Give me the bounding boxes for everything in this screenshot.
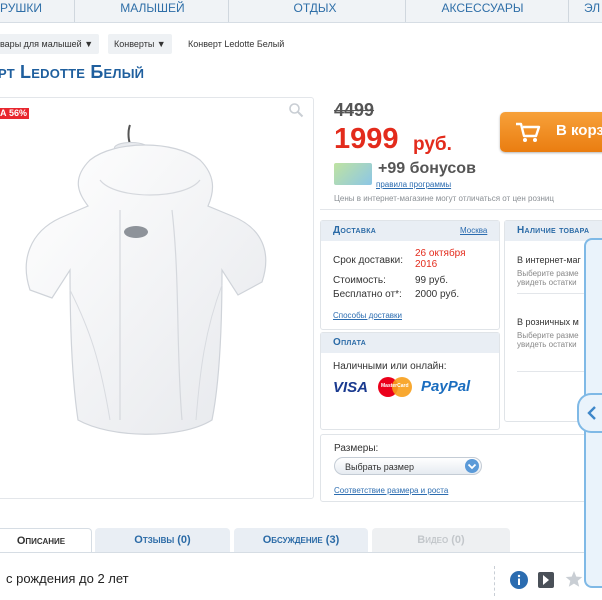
- availability-online-note: увидеть остатки: [517, 278, 577, 287]
- delivery-panel: Доставка Москва Срок доставки: 26 октябр…: [320, 220, 500, 330]
- nav-item-babies[interactable]: малышей: [100, 0, 205, 22]
- availability-online-title: В интернет-маг: [517, 255, 581, 265]
- price-disclaimer: Цены в интернет-магазине могут отличатьс…: [334, 194, 554, 203]
- tab-reviews[interactable]: Отзывы (0): [95, 528, 230, 552]
- bookmark-icon[interactable]: [537, 571, 555, 589]
- divider: [0, 552, 602, 553]
- zoom-icon[interactable]: [288, 102, 304, 118]
- delivery-city-link[interactable]: Москва: [460, 226, 487, 235]
- nav-divider: [228, 0, 229, 22]
- nav-item-toys[interactable]: рушки: [0, 0, 42, 22]
- info-icon[interactable]: [510, 571, 528, 589]
- paypal-logo: PayPal: [421, 378, 471, 395]
- size-select-value: Выбрать размер: [345, 462, 414, 472]
- availability-retail-title: В розничных м: [517, 317, 579, 327]
- delivery-cost-value: 99 руб.: [415, 275, 448, 286]
- product-tabs: Описание Отзывы (0) Обсуждение (3) Видео…: [0, 528, 602, 553]
- breadcrumb-item[interactable]: вары для малышей ▼: [0, 34, 100, 54]
- chevron-down-icon: [465, 459, 479, 473]
- size-select[interactable]: Выбрать размер: [334, 457, 482, 475]
- nav-divider: [568, 0, 569, 22]
- bonus-card-icon: [334, 163, 372, 185]
- divider: [320, 209, 602, 210]
- visa-logo: VISA: [333, 379, 369, 396]
- delivery-term-date: 26 октября: [415, 248, 466, 259]
- nav-divider: [74, 0, 75, 22]
- delivery-free-value: 2000 руб.: [415, 289, 460, 300]
- delivery-term-year: 2016: [415, 259, 438, 270]
- breadcrumb-item[interactable]: Конверты ▼: [108, 34, 172, 54]
- payment-panel: Оплата Наличными или онлайн: VISA Master…: [320, 332, 500, 430]
- side-panel-toggle[interactable]: [577, 393, 602, 433]
- star-icon[interactable]: [565, 570, 583, 588]
- mastercard-logo: MasterCard: [378, 377, 412, 397]
- nav-item-more[interactable]: эл: [584, 0, 602, 22]
- sizes-label: Размеры:: [334, 443, 379, 454]
- breadcrumb-current: Конверт Ledotte Белый: [188, 39, 285, 49]
- availability-retail-note: Выберите разме: [517, 331, 579, 340]
- top-nav: рушки малышей отдых аксессуары эл: [0, 0, 602, 23]
- tab-discussion[interactable]: Обсуждение (3): [234, 528, 368, 552]
- chevron-left-icon: [587, 406, 596, 420]
- price-new: 1999: [334, 123, 399, 155]
- description-text: с рождения до 2 лет: [6, 571, 129, 586]
- availability-online-note: Выберите разме: [517, 269, 579, 278]
- add-to-cart-button[interactable]: В корз: [500, 112, 602, 152]
- nav-item-leisure[interactable]: отдых: [260, 0, 370, 22]
- payment-title: Оплата: [321, 333, 499, 353]
- payment-text: Наличными или онлайн:: [333, 361, 447, 372]
- availability-retail-note: увидеть остатки: [517, 340, 577, 349]
- delivery-cost-label: Стоимость:: [333, 275, 386, 286]
- cart-icon: [516, 122, 541, 142]
- divider: [494, 566, 496, 596]
- bonus-rules-link[interactable]: правила программы: [376, 180, 451, 189]
- delivery-free-label: Бесплатно от*:: [333, 289, 402, 300]
- nav-item-accessories[interactable]: аксессуары: [425, 0, 540, 22]
- delivery-methods-link[interactable]: Способы доставки: [333, 311, 402, 320]
- tab-video: Видео (0): [372, 528, 510, 552]
- nav-divider: [405, 0, 406, 22]
- price-currency: руб.: [413, 134, 452, 155]
- delivery-term-label: Срок доставки:: [333, 255, 403, 266]
- size-chart-link[interactable]: Соответствие размера и роста: [334, 486, 448, 495]
- sale-badge: А 56%: [0, 108, 30, 119]
- add-to-cart-label: В корз: [556, 122, 602, 139]
- page-title: рт Ledotte Белый: [0, 62, 145, 82]
- bonus-points: +99 бонусов: [378, 160, 476, 177]
- tab-description[interactable]: Описание: [0, 528, 92, 553]
- product-image: [25, 124, 267, 435]
- price-old: 4499: [334, 100, 375, 120]
